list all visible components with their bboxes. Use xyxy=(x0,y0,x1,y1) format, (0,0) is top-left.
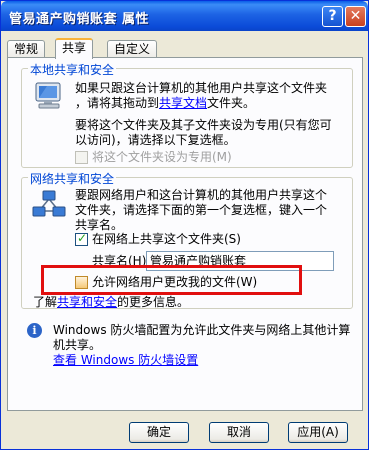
firewall-text-line1: Windows 防火墙配置为允许此文件夹与网络上其他计算 xyxy=(53,323,351,337)
learn-more-prefix: 了解 xyxy=(33,295,58,309)
local-text-line2: ，请将其拖动到共享文档文件夹。 xyxy=(75,96,255,111)
firewall-settings-link[interactable]: 查看 Windows 防火墙设置 xyxy=(53,353,198,368)
highlight-box xyxy=(41,265,302,295)
network-sharing-title: 网络共享和安全 xyxy=(28,170,117,187)
local-text-line1: 如果只跟这台计算机的其他用户共享这个文件夹 xyxy=(75,81,328,95)
sharing-security-link[interactable]: 共享和安全 xyxy=(57,295,117,309)
tab-sharing[interactable]: 共享 xyxy=(55,38,94,59)
learn-more-text: 了解共享和安全的更多信息。 xyxy=(33,295,189,310)
share-on-network-label: 在网络上共享这个文件夹(S) xyxy=(92,232,241,246)
tab-customize[interactable]: 自定义 xyxy=(107,40,158,58)
apply-button[interactable]: 应用(A) xyxy=(288,422,348,443)
help-button[interactable]: ? xyxy=(322,6,343,27)
close-icon: ✕ xyxy=(349,8,362,24)
make-private-checkbox[interactable] xyxy=(75,151,88,164)
cancel-button[interactable]: 取消 xyxy=(209,422,269,443)
ok-button[interactable]: 确定 xyxy=(129,422,189,443)
local-text-line2-suffix: 文件夹。 xyxy=(207,96,256,110)
close-button[interactable]: ✕ xyxy=(345,6,366,27)
share-on-network-checkbox[interactable] xyxy=(75,231,88,246)
make-private-label: 将这个文件夹设为专用(M) xyxy=(92,150,232,164)
window-title: 管易通产购销账套 属性 xyxy=(9,12,150,27)
info-icon: i xyxy=(27,323,42,338)
properties-dialog: 管易通产购销账套 属性 ? ✕ 常规 共享 自定义 本地共享和安全 如果只跟这台… xyxy=(0,0,369,450)
local-text-line3: 要将这个文件夹及其子文件夹设为专用(只有您可 xyxy=(75,118,332,132)
tab-general[interactable]: 常规 xyxy=(7,40,46,58)
shared-documents-link[interactable]: 共享文档 xyxy=(159,96,207,110)
title-bar[interactable]: 管易通产购销账套 属性 ? ✕ xyxy=(1,1,368,31)
local-text-line2-prefix: ，请将其拖动到 xyxy=(75,96,160,110)
help-icon: ? xyxy=(328,8,337,24)
network-icon xyxy=(32,190,66,217)
learn-more-suffix: 的更多信息。 xyxy=(117,295,190,309)
local-sharing-title: 本地共享和安全 xyxy=(28,61,117,78)
network-text-line2: 文件夹，请选择下面的第一个复选框，键入一个 xyxy=(75,203,328,217)
computer-icon xyxy=(35,82,61,109)
firewall-text-line2: 机共享。 xyxy=(53,338,102,352)
local-text-line4: 以访问)，请选择以下复选框。 xyxy=(75,133,236,147)
network-text-line1: 要跟网络用户和这台计算机的其他用户共享这个 xyxy=(75,188,328,202)
